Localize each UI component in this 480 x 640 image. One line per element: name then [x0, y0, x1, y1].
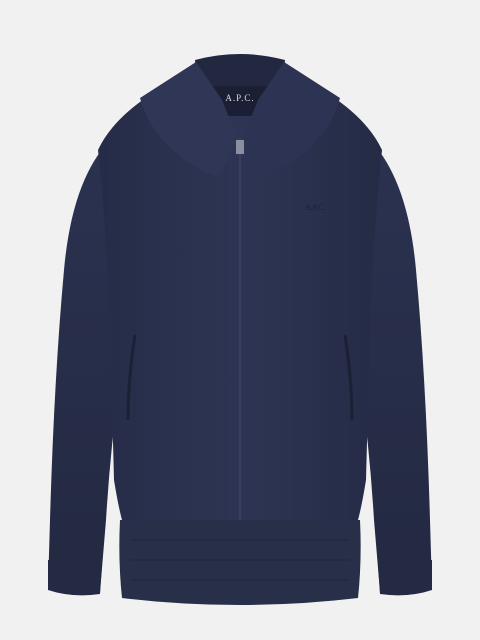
zipper-pull — [236, 140, 244, 154]
neck-label-text: A.P.C. — [225, 93, 255, 103]
product-photo: A.P.C. A.P.C. — [0, 0, 480, 640]
left-cuff — [48, 560, 102, 596]
chest-embroidery: A.P.C. — [305, 203, 326, 212]
hem-band — [119, 520, 361, 605]
right-cuff — [378, 560, 432, 596]
